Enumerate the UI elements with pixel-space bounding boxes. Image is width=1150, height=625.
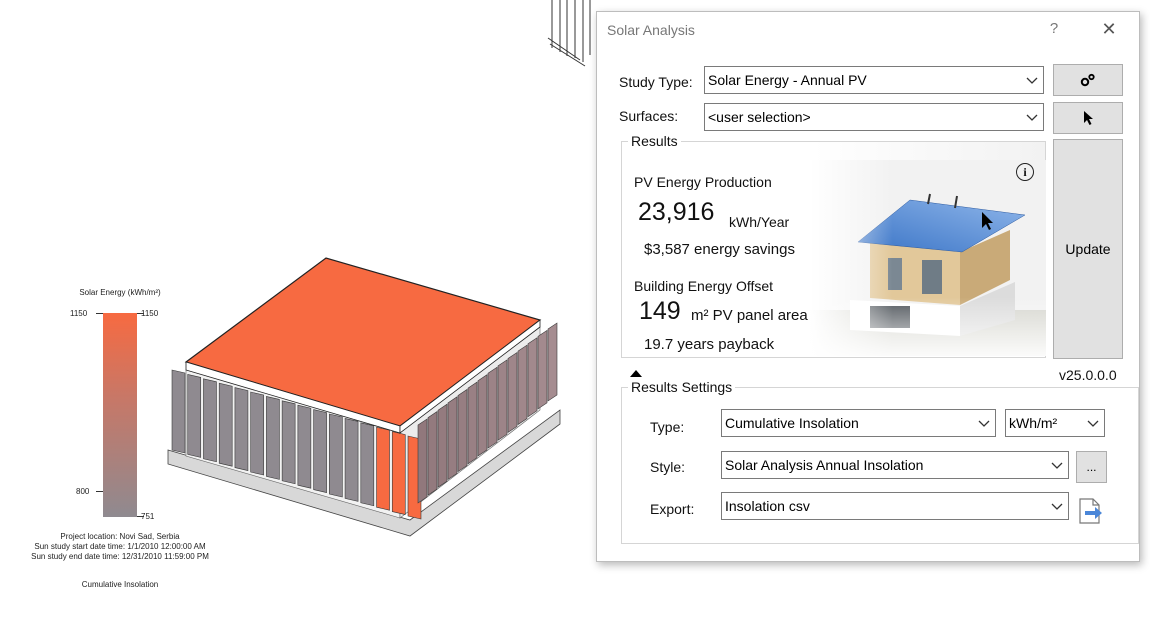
building-model (167, 0, 591, 537)
surfaces-dropdown[interactable]: <user selection> (704, 103, 1044, 131)
style-label: Style: (650, 459, 686, 475)
info-icon[interactable]: i (1016, 163, 1034, 181)
chevron-down-icon (978, 420, 990, 427)
shading-fin (497, 359, 508, 441)
panel-area-unit: m² PV panel area (691, 307, 808, 324)
shading-fin (417, 418, 428, 504)
house-preview-image (810, 160, 1046, 356)
shading-fin (329, 413, 343, 498)
shading-fin (234, 387, 249, 471)
surfaces-value: <user selection> (708, 109, 811, 125)
chevron-down-icon (1026, 114, 1038, 121)
results-group-title: Results (628, 133, 681, 149)
pick-surfaces-button[interactable] (1053, 102, 1123, 134)
solar-analysis-dialog: Solar Analysis ? ✕ Study Type: Solar Ene… (596, 11, 1140, 562)
unit-dropdown[interactable]: kWh/m² (1005, 409, 1105, 437)
style-value: Solar Analysis Annual Insolation (725, 457, 924, 473)
collapse-arrow-icon[interactable] (630, 370, 642, 377)
energy-savings: $3,587 energy savings (644, 241, 795, 258)
export-dropdown[interactable]: Insolation csv (721, 492, 1069, 520)
close-button[interactable]: ✕ (1098, 18, 1120, 40)
shading-fin (360, 422, 375, 507)
shading-fin (477, 374, 488, 457)
export-label: Export: (650, 501, 695, 517)
shading-fin (297, 404, 312, 489)
shading-fin (507, 351, 518, 433)
results-settings-title: Results Settings (628, 379, 736, 395)
unit-value: kWh/m² (1009, 415, 1058, 431)
shading-fin (457, 388, 468, 473)
export-file-icon[interactable] (1076, 497, 1104, 525)
panel-area-value: 149 (639, 297, 681, 325)
chevron-down-icon (1087, 420, 1099, 427)
shading-fin (467, 381, 478, 465)
shading-fin (203, 378, 217, 463)
chevron-down-icon (1051, 462, 1063, 469)
shading-fin (313, 409, 327, 493)
chevron-down-icon (1051, 503, 1063, 510)
surfaces-label: Surfaces: (619, 108, 679, 124)
shading-fin (171, 369, 186, 454)
chevron-down-icon (1026, 77, 1038, 84)
study-settings-button[interactable] (1053, 64, 1123, 96)
type-dropdown[interactable]: Cumulative Insolation (721, 409, 996, 437)
shading-fin (250, 391, 264, 476)
version-label: v25.0.0.0 (1059, 367, 1117, 383)
dialog-title: Solar Analysis (607, 22, 695, 38)
style-dropdown[interactable]: Solar Analysis Annual Insolation (721, 451, 1069, 479)
study-type-label: Study Type: (619, 74, 693, 90)
shading-fin (537, 329, 548, 410)
wireframe-building (547, 0, 591, 67)
style-more-button[interactable]: ... (1076, 451, 1107, 483)
export-value: Insolation csv (725, 498, 810, 514)
shading-fin (266, 396, 280, 480)
shading-fin (427, 411, 438, 496)
shading-fin (527, 337, 538, 418)
help-button[interactable]: ? (1046, 18, 1062, 40)
shading-fin (391, 431, 406, 515)
cursor-icon (1084, 111, 1093, 125)
shading-fin (281, 400, 296, 485)
results-panel: PV Energy Production 23,916 kWh/Year $3,… (622, 142, 1046, 356)
shading-fin (447, 396, 458, 481)
update-button[interactable]: Update (1053, 139, 1123, 359)
study-type-dropdown[interactable]: Solar Energy - Annual PV (704, 66, 1044, 94)
shading-fin (437, 403, 448, 488)
pv-energy-value: 23,916 (638, 198, 715, 226)
shading-fin (517, 344, 528, 426)
type-label: Type: (650, 419, 685, 435)
study-type-value: Solar Energy - Annual PV (708, 72, 867, 88)
shading-fin (218, 382, 233, 467)
pv-energy-heading: PV Energy Production (634, 174, 772, 190)
shading-fin (344, 418, 359, 502)
energy-offset-heading: Building Energy Offset (634, 278, 774, 294)
shading-fin (547, 322, 558, 402)
shading-fin (376, 426, 390, 511)
shading-fin (187, 374, 202, 458)
type-value: Cumulative Insolation (725, 415, 859, 431)
payback-years: 19.7 years payback (644, 336, 775, 353)
shading-fin (487, 366, 498, 449)
gears-icon (1080, 73, 1095, 87)
pv-energy-unit: kWh/Year (729, 214, 790, 230)
